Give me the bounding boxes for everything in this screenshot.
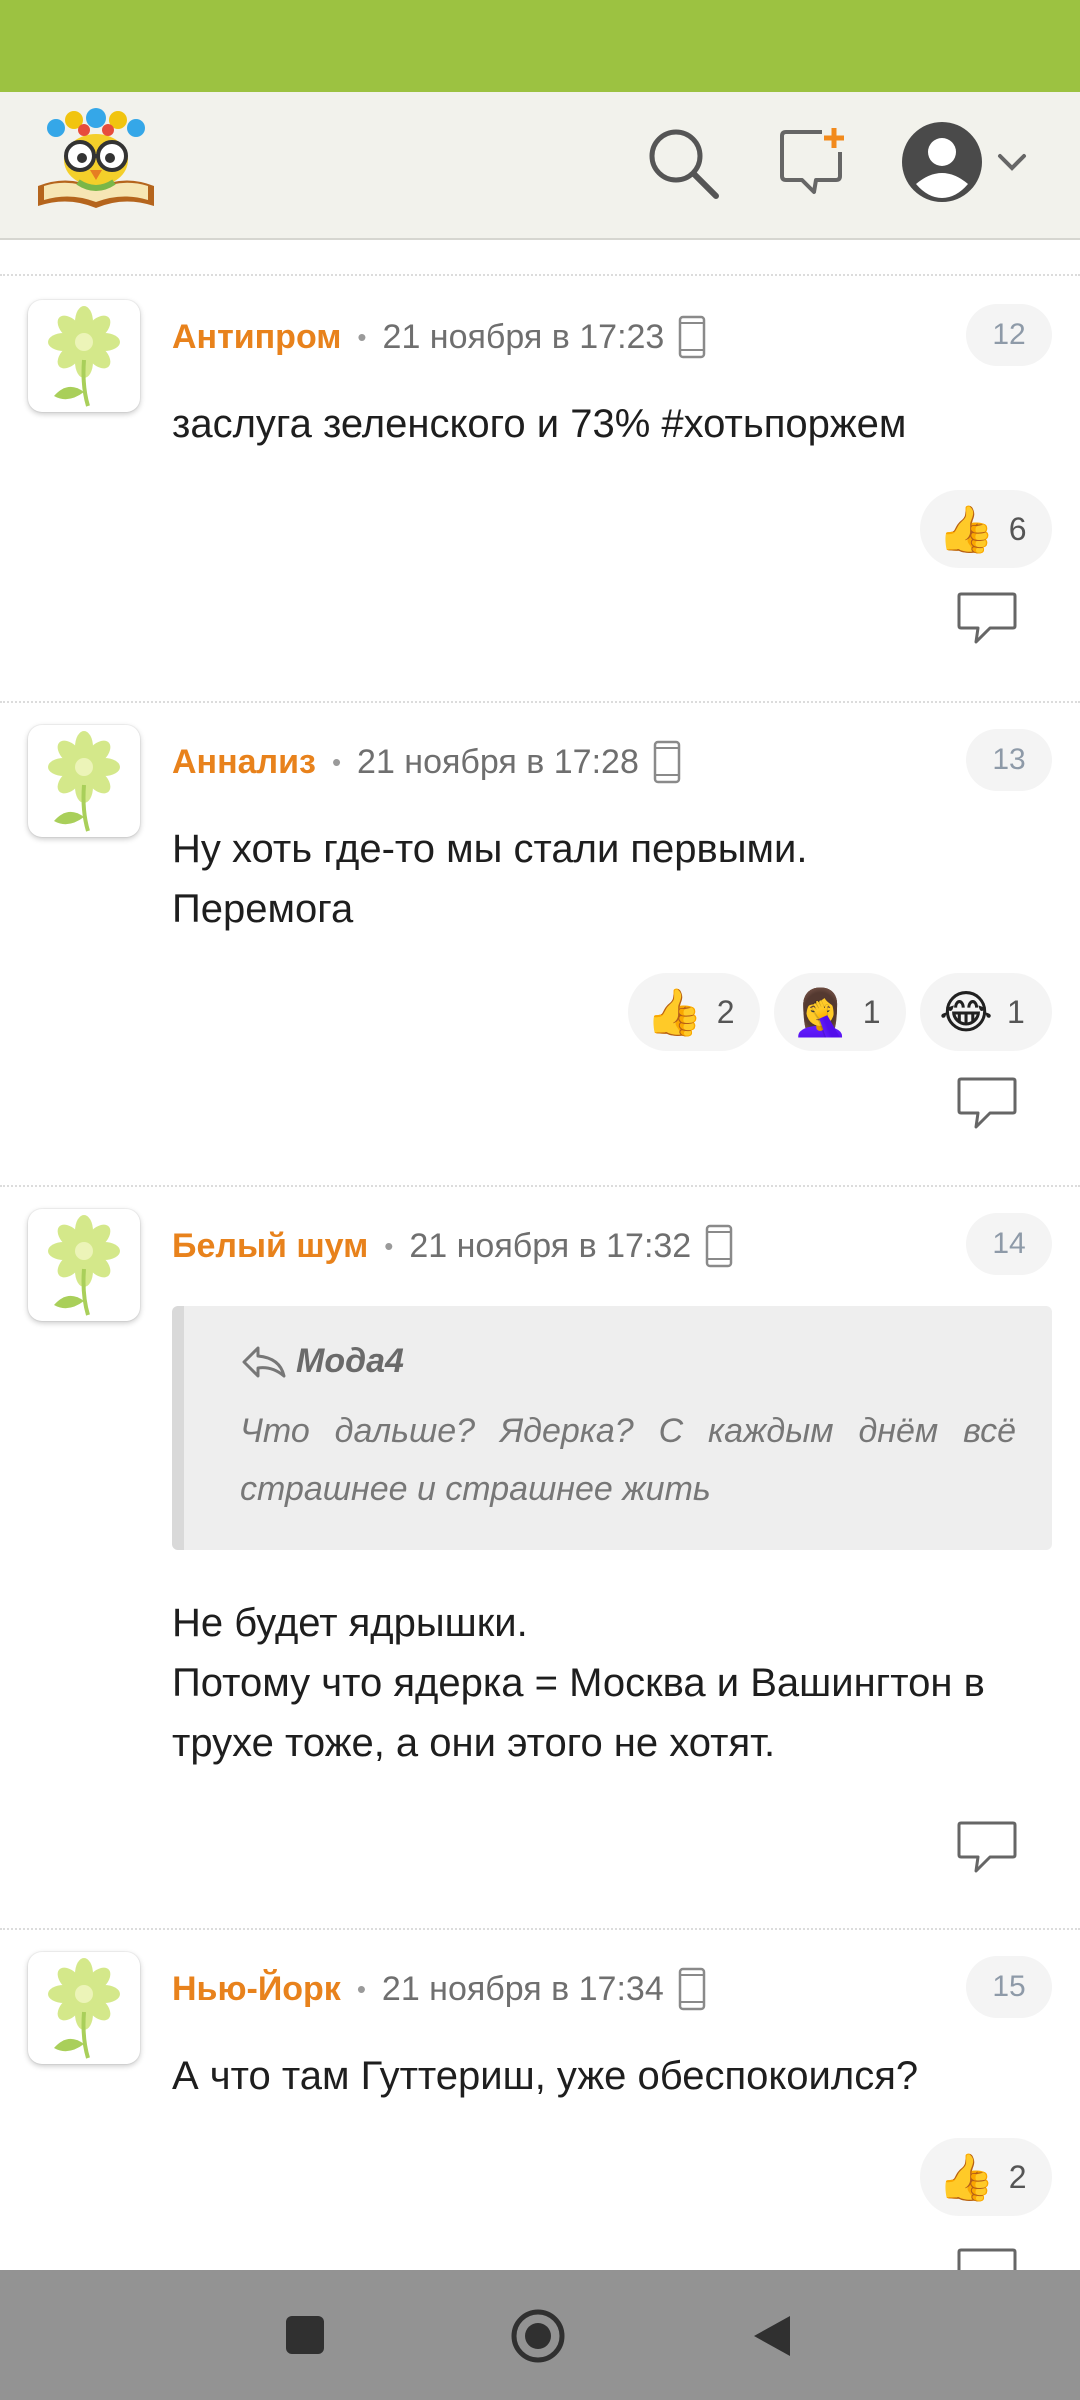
reply-icon[interactable] xyxy=(956,1075,1018,1131)
profile-menu-button[interactable] xyxy=(900,120,1036,204)
owl-logo-icon[interactable] xyxy=(34,108,158,212)
mobile-phone-icon xyxy=(679,315,706,359)
meta-separator: • xyxy=(356,1973,366,2004)
back-triangle-icon[interactable] xyxy=(750,2312,794,2360)
flower-avatar-icon xyxy=(48,731,120,832)
reaction-laugh[interactable]: 😂 1 xyxy=(920,973,1052,1051)
reaction-count: 6 xyxy=(1008,510,1027,547)
reactions: 👍 2 🤦‍♀️ 1 😂 1 xyxy=(628,973,1052,1051)
avatar[interactable] xyxy=(28,1952,140,2064)
search-icon[interactable] xyxy=(646,126,720,200)
comment-time[interactable]: 21 ноября в 17:34 xyxy=(382,1970,664,2009)
reply-arrow-icon xyxy=(242,1346,286,1377)
facepalm-icon: 🤦‍♀️ xyxy=(791,986,849,1038)
quote-author-name[interactable]: Мода4 xyxy=(296,1342,404,1381)
user-avatar-icon xyxy=(902,122,1026,202)
comment-author[interactable]: Нью-Йорк xyxy=(172,1970,341,2009)
mobile-phone-icon xyxy=(653,740,681,784)
new-post-icon[interactable] xyxy=(778,126,850,198)
laughing-tears-icon: 😂 xyxy=(939,986,993,1038)
comment-number[interactable]: 13 xyxy=(966,729,1052,791)
reaction-facepalm[interactable]: 🤦‍♀️ 1 xyxy=(774,973,906,1051)
meta-separator: • xyxy=(331,746,342,777)
comment-meta: Нью-Йорк • 21 ноября в 17:34 xyxy=(172,1959,706,2019)
meta-separator: • xyxy=(384,1230,394,1261)
comment-meta: Антипром • 21 ноября в 17:23 xyxy=(172,307,706,367)
reaction-count: 1 xyxy=(862,993,881,1030)
status-bar xyxy=(0,0,1080,92)
comment-author[interactable]: Анна­лиз xyxy=(172,743,316,782)
comment-number[interactable]: 15 xyxy=(966,1956,1052,2018)
reactions: 👍 2 xyxy=(920,2138,1052,2216)
flower-avatar-icon xyxy=(48,306,120,407)
comment-number[interactable]: 14 xyxy=(966,1213,1052,1275)
comment-text: Ну хоть где-то мы стали первыми. Перемог… xyxy=(172,827,808,931)
quote-author: Мода4 xyxy=(240,1342,404,1381)
reaction-count: 2 xyxy=(1008,2158,1027,2195)
system-nav-bar xyxy=(0,2270,1080,2400)
comment-number[interactable]: 12 xyxy=(966,304,1052,366)
reaction-count: 2 xyxy=(716,993,735,1030)
divider xyxy=(0,274,1080,276)
avatar[interactable] xyxy=(28,300,140,412)
meta-separator: • xyxy=(357,321,367,352)
comment-text: заслуга зеленского и 73% #хотьпоржем xyxy=(172,402,907,446)
comment-author[interactable]: Антипром xyxy=(172,318,341,357)
quoted-comment[interactable]: Мода4 Что дальше? Ядерка? С каждым днём … xyxy=(172,1306,1052,1550)
comment-meta: Анна­лиз • 21 ноября в 17:28 xyxy=(172,732,681,792)
mobile-phone-icon xyxy=(678,1967,705,2011)
app-header xyxy=(0,92,1080,240)
mobile-phone-icon xyxy=(705,1224,733,1268)
comment-time[interactable]: 21 ноября в 17:28 xyxy=(357,743,639,782)
comment-time[interactable]: 21 ноября в 17:32 xyxy=(409,1227,691,1266)
reaction-like[interactable]: 👍 2 xyxy=(628,973,760,1051)
divider xyxy=(0,701,1080,703)
flower-avatar-icon xyxy=(48,1958,120,2059)
divider xyxy=(0,1928,1080,1930)
comment-text: Не будет ядрышки. Потому что ядерка = Мо… xyxy=(172,1601,985,1765)
reply-icon[interactable] xyxy=(956,590,1018,646)
comment-time[interactable]: 21 ноября в 17:23 xyxy=(383,318,665,357)
comment-text: А что там Гуттериш, уже обеспокоился? xyxy=(172,2054,919,2098)
reply-icon[interactable] xyxy=(956,1819,1018,1875)
flower-avatar-icon xyxy=(48,1215,120,1316)
thumbs-up-icon: 👍 xyxy=(937,503,995,555)
avatar[interactable] xyxy=(28,725,140,837)
avatar[interactable] xyxy=(28,1209,140,1321)
reactions: 👍 6 xyxy=(920,490,1052,568)
comment-meta: Белый шум • 21 ноября в 17:32 xyxy=(172,1216,733,1276)
thumbs-up-icon: 👍 xyxy=(937,2151,995,2203)
reaction-count: 1 xyxy=(1006,993,1025,1030)
comment-author[interactable]: Белый шум xyxy=(172,1227,368,1266)
reaction-like[interactable]: 👍 2 xyxy=(920,2138,1052,2216)
quote-text: Что дальше? Ядерка? С каждым днём всё ст… xyxy=(240,1412,1016,1508)
home-circle-icon[interactable] xyxy=(510,2308,566,2364)
recents-square-icon[interactable] xyxy=(284,2314,326,2356)
reaction-like[interactable]: 👍 6 xyxy=(920,490,1052,568)
thumbs-up-icon: 👍 xyxy=(645,986,703,1038)
divider xyxy=(0,1185,1080,1187)
